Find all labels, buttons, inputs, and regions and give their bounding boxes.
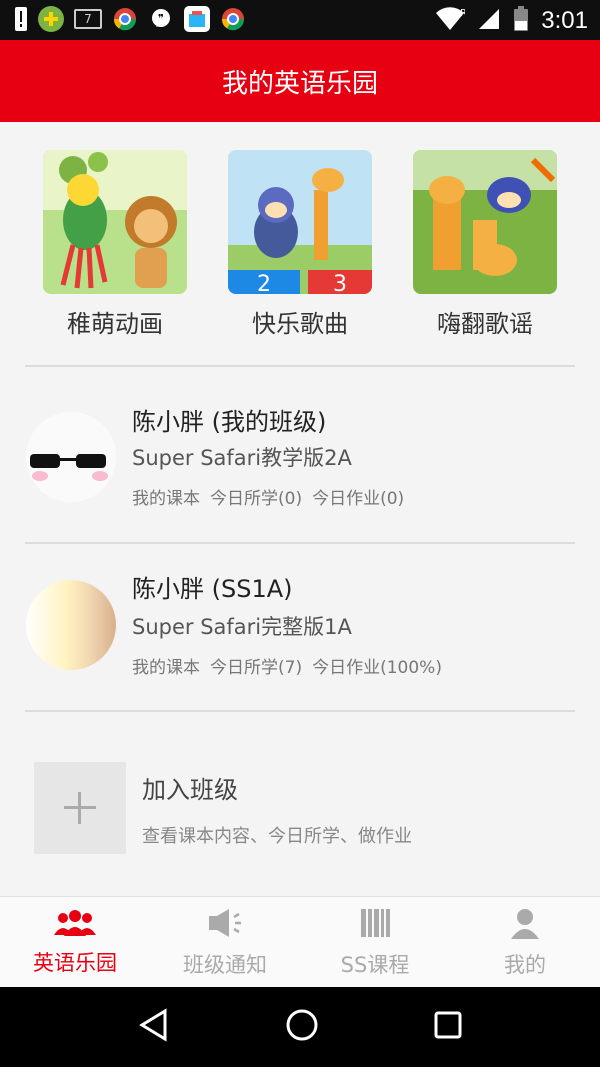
- my-textbook-link[interactable]: 我的课本: [132, 484, 200, 509]
- system-nav-bar: [0, 987, 600, 1067]
- back-icon[interactable]: [137, 1008, 171, 1046]
- tab-class-notice[interactable]: 班级通知: [150, 897, 300, 988]
- battery-icon: [513, 6, 529, 36]
- clock: 3:01: [541, 7, 588, 34]
- avatar: [26, 412, 116, 502]
- today-homework-link[interactable]: 今日作业(100%): [312, 653, 442, 678]
- person-icon: [509, 907, 541, 943]
- users-icon: [53, 909, 97, 941]
- songs-thumbnail: 2 3: [228, 150, 372, 294]
- rhymes-thumbnail: [413, 150, 557, 294]
- store-icon: [184, 6, 210, 32]
- bottom-tab-bar: 英语乐园 班级通知 SS课程 我的: [0, 896, 600, 988]
- class-course: Super Safari完整版1A: [132, 615, 352, 639]
- chrome-icon-2: [220, 6, 246, 32]
- wifi-icon: R: [435, 6, 467, 36]
- divider: [25, 710, 575, 712]
- tab-mine[interactable]: 我的: [450, 897, 600, 988]
- today-learned-link[interactable]: 今日所学(7): [210, 653, 302, 678]
- chrome-icon: [112, 6, 138, 32]
- tab-label: SS课程: [340, 952, 410, 977]
- home-icon[interactable]: [285, 1008, 319, 1046]
- class-name: 陈小胖 (我的班级): [132, 408, 327, 436]
- category-songs[interactable]: 2 3 快乐歌曲: [225, 150, 375, 339]
- svg-text:3: 3: [333, 272, 347, 294]
- tab-label: 英语乐园: [33, 950, 117, 975]
- category-rhymes[interactable]: 嗨翻歌谣: [410, 150, 560, 339]
- join-class-item[interactable]: 加入班级 查看课本内容、今日所学、做作业: [0, 742, 600, 882]
- status-bar: 7 ❞ R 3:01: [0, 0, 600, 40]
- category-animation[interactable]: 稚萌动画: [40, 150, 190, 339]
- animation-thumbnail: [43, 150, 187, 294]
- svg-text:R: R: [460, 8, 465, 19]
- svg-text:2: 2: [257, 272, 271, 294]
- category-grid: 稚萌动画 2 3 快乐歌曲 嗨翻歌谣: [0, 122, 600, 364]
- category-label: 稚萌动画: [67, 310, 163, 338]
- class-item[interactable]: 陈小胖 (我的班级) Super Safari教学版2A 我的课本 今日所学(0…: [0, 374, 600, 542]
- speaker-icon: [205, 907, 245, 943]
- category-label: 快乐歌曲: [252, 310, 348, 338]
- category-label: 嗨翻歌谣: [437, 310, 533, 338]
- add-icon[interactable]: [34, 762, 126, 854]
- page-title: 我的英语乐园: [221, 68, 378, 99]
- books-icon: [359, 907, 391, 943]
- app-header: 我的英语乐园: [0, 40, 600, 122]
- class-name: 陈小胖 (SS1A): [132, 575, 293, 603]
- tab-label: 我的: [504, 952, 546, 977]
- recents-icon[interactable]: [433, 1010, 463, 1044]
- my-textbook-link[interactable]: 我的课本: [132, 653, 200, 678]
- calendar-icon: 7: [74, 9, 102, 29]
- class-meta: 我的课本 今日所学(7) 今日作业(100%): [132, 653, 442, 678]
- app-icon: [38, 6, 64, 32]
- tab-english-park[interactable]: 英语乐园: [0, 897, 150, 988]
- signal-icon: [477, 7, 501, 35]
- class-meta: 我的课本 今日所学(0) 今日作业(0): [132, 484, 404, 509]
- tab-ss-courses[interactable]: SS课程: [300, 897, 450, 988]
- class-item[interactable]: 陈小胖 (SS1A) Super Safari完整版1A 我的课本 今日所学(7…: [0, 543, 600, 711]
- join-class-title: 加入班级: [142, 776, 238, 804]
- tab-label: 班级通知: [183, 952, 267, 977]
- alert-icon: [14, 6, 28, 32]
- today-homework-link[interactable]: 今日作业(0): [312, 484, 404, 509]
- class-course: Super Safari教学版2A: [132, 446, 352, 470]
- svg-text:❞: ❞: [158, 12, 164, 25]
- avatar: [26, 580, 116, 670]
- divider: [25, 365, 575, 367]
- message-icon: ❞: [148, 6, 174, 32]
- today-learned-link[interactable]: 今日所学(0): [210, 484, 302, 509]
- join-class-subtitle: 查看课本内容、今日所学、做作业: [142, 826, 412, 847]
